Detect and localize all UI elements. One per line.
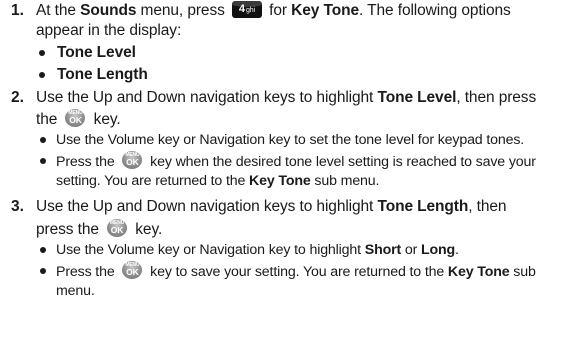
step-2-bullet-2: Press the MENU OK key when the desired to… [56,151,536,170]
step-3-text: Use the Up and Down navigation keys to h… [36,198,507,215]
menu-ok-key-icon: MENU OK [65,109,86,127]
bullet-icon [39,72,45,78]
step-number: 1. [11,2,24,19]
step-2-bullet-2-cont: setting. You are returned to the Key Ton… [56,173,380,189]
step-number: 3. [11,198,24,215]
menu-ok-key-icon: MENU OK [122,151,143,169]
step-3-text-cont: press the MENU OK key. [36,219,163,238]
bullet-icon [40,137,46,143]
step-1-text: At the Sounds menu, press 4ghi for Key T… [36,1,511,19]
step-3-bullet-2-cont: menu. [56,283,95,299]
manual-page: 1. At the Sounds menu, press 4ghi for Ke… [0,0,582,355]
option-tone-length: Tone Length [57,66,148,83]
keypad-4-key-icon: 4ghi [231,1,262,18]
step-2-text-cont: the MENU OK key. [36,109,121,128]
option-tone-level: Tone Level [57,44,136,61]
bullet-icon [40,268,46,274]
bullet-icon [40,158,46,164]
step-2-bullet-1: Use the Volume key or Navigation key to … [56,132,525,148]
bullet-icon [40,247,46,253]
step-number: 2. [11,89,24,106]
step-3-bullet-1: Use the Volume key or Navigation key to … [56,242,459,258]
step-2-text: Use the Up and Down navigation keys to h… [36,89,537,106]
bullet-icon [39,50,45,56]
step-3-bullet-2: Press the MENU OK key to save your settin… [56,261,536,280]
menu-ok-key-icon: MENU OK [122,261,143,279]
menu-ok-key-icon: MENU OK [107,219,128,237]
step-1-text-cont: appear in the display: [36,22,182,39]
